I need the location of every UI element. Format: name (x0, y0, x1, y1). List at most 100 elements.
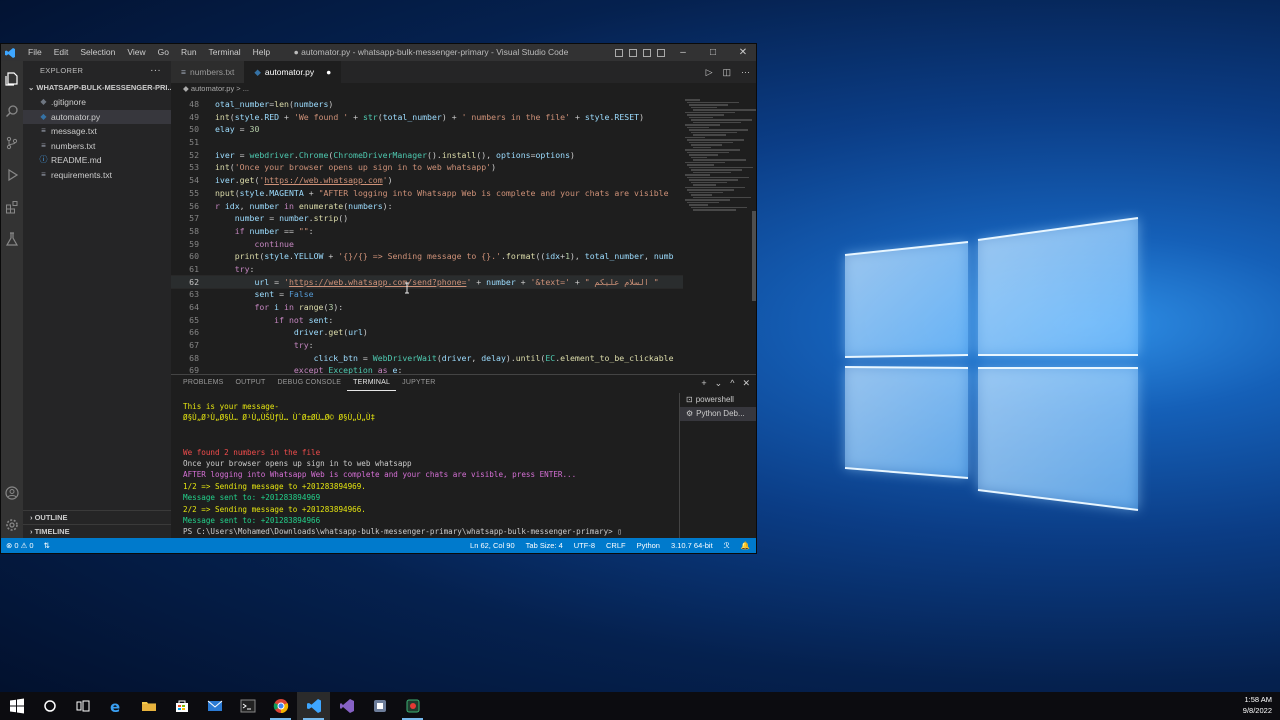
code-line[interactable]: 64 for i in range(3): (171, 301, 683, 314)
testing-icon[interactable] (4, 231, 20, 247)
chrome-icon[interactable] (264, 692, 297, 720)
code-line[interactable]: 65 if not sent: (171, 314, 683, 327)
menu-file[interactable]: File (22, 44, 48, 61)
python-interpreter[interactable]: 3.10.7 64-bit (671, 538, 713, 553)
system-clock[interactable]: 1:58 AM 9/8/2022 (1243, 694, 1272, 716)
maximize-button[interactable]: □ (698, 44, 728, 61)
split-editor-icon[interactable]: ◫ (722, 61, 731, 83)
unsaved-dot-icon[interactable]: ● (326, 61, 331, 83)
code-line[interactable]: 62 url = 'https://web.whatsapp.com/send?… (171, 274, 683, 290)
run-debug-icon[interactable] (4, 167, 20, 183)
code-line[interactable]: 68 click_btn = WebDriverWait(driver, del… (171, 352, 683, 365)
outline-section[interactable]: › OUTLINE (23, 510, 171, 524)
editor-scrollbar[interactable] (752, 211, 756, 301)
code-line[interactable]: 57 number = number.strip() (171, 212, 683, 225)
language-mode[interactable]: Python (637, 538, 660, 553)
encoding[interactable]: UTF-8 (574, 538, 595, 553)
timeline-section[interactable]: › TIMELINE (23, 524, 171, 538)
code-line[interactable]: 59 continue (171, 238, 683, 251)
problems-status[interactable]: ⊗ 0 ⚠ 0 (6, 538, 34, 553)
source-control-icon[interactable] (4, 135, 20, 151)
tab-size[interactable]: Tab Size: 4 (526, 538, 563, 553)
code-line[interactable]: 61 try: (171, 263, 683, 276)
tab-terminal[interactable]: TERMINAL (347, 375, 397, 391)
extensions-icon[interactable] (4, 199, 20, 215)
menu-edit[interactable]: Edit (48, 44, 75, 61)
tab-debug-console[interactable]: DEBUG CONSOLE (271, 375, 347, 391)
screen-recorder-icon[interactable] (396, 692, 429, 720)
explorer-icon[interactable] (4, 71, 20, 87)
code-line[interactable]: 52 iver = webdriver.Chrome(ChromeDriverMa… (171, 149, 683, 162)
terminal-item-python-debug[interactable]: ⚙ Python Deb... (680, 407, 756, 421)
store-icon[interactable] (165, 692, 198, 720)
menu-help[interactable]: Help (247, 44, 276, 61)
code-line[interactable]: 60 print(style.YELLOW + '{}/{} => Sendin… (171, 250, 683, 263)
tab-jupyter[interactable]: JUPYTER (396, 375, 441, 391)
feedback-icon[interactable]: ℛ (724, 538, 730, 553)
file-item[interactable]: ≡ numbers.txt (23, 139, 171, 154)
start-button[interactable] (0, 692, 33, 720)
search-button[interactable] (33, 692, 66, 720)
more-actions-icon[interactable]: ··· (150, 61, 161, 81)
code-line[interactable]: 51 (171, 136, 683, 149)
notifications-bell-icon[interactable]: 🔔 (741, 538, 750, 553)
close-panel-icon[interactable]: ✕ (742, 375, 750, 391)
cursor-position[interactable]: Ln 62, Col 90 (470, 538, 515, 553)
code-line[interactable]: 49 int(style.RED + 'We found ' + str(tota… (171, 111, 683, 124)
menu-go[interactable]: Go (152, 44, 175, 61)
settings-gear-icon[interactable] (4, 517, 20, 533)
breadcrumb[interactable]: ◆ automator.py > ... (171, 83, 756, 95)
code-line[interactable]: 53 int('Once your browser opens up sign i… (171, 161, 683, 174)
menu-run[interactable]: Run (175, 44, 203, 61)
toggle-sidebar-icon[interactable] (615, 48, 623, 57)
file-item[interactable]: ≡ message.txt (23, 124, 171, 139)
file-item[interactable]: ⓘ README.md (23, 153, 171, 168)
customize-layout-icon[interactable] (657, 48, 665, 57)
account-icon[interactable] (4, 485, 20, 501)
code-line[interactable]: 67 try: (171, 339, 683, 352)
code-line[interactable]: 56 r idx, number in enumerate(numbers): (171, 200, 683, 213)
app-icon[interactable] (363, 692, 396, 720)
terminal-dropdown-icon[interactable]: ⌄ (715, 375, 723, 391)
code-line[interactable]: 54 iver.get('https://web.whatsapp.com') (171, 174, 683, 187)
code-line[interactable]: 58 if number == "": (171, 225, 683, 238)
tab-numbers-txt[interactable]: ≡ numbers.txt (171, 61, 245, 83)
visual-studio-icon[interactable] (330, 692, 363, 720)
vscode-taskbar-icon[interactable] (297, 692, 330, 720)
line-endings[interactable]: CRLF (606, 538, 626, 553)
new-terminal-icon[interactable]: + (701, 375, 706, 391)
file-item[interactable]: ≡ requirements.txt (23, 168, 171, 183)
menu-terminal[interactable]: Terminal (203, 44, 247, 61)
minimap[interactable] (683, 98, 756, 375)
file-explorer-icon[interactable] (132, 692, 165, 720)
terminal-app-icon[interactable] (231, 692, 264, 720)
code-line[interactable]: 66 driver.get(url) (171, 326, 683, 339)
close-button[interactable]: ✕ (728, 44, 756, 61)
run-python-file-icon[interactable]: ▷ (706, 61, 713, 83)
maximize-panel-icon[interactable]: ^ (730, 375, 734, 391)
more-actions-icon[interactable]: ··· (741, 61, 750, 83)
code-line[interactable]: 48 otal_number=len(numbers) (171, 98, 683, 111)
toggle-panel-icon[interactable] (629, 48, 637, 57)
code-editor[interactable]: 48 otal_number=len(numbers) 49 int(style.RE… (171, 98, 683, 375)
search-icon[interactable] (4, 103, 20, 119)
menu-selection[interactable]: Selection (74, 44, 121, 61)
code-line[interactable]: 63 sent = False (171, 288, 683, 301)
edge-browser-icon[interactable]: e (99, 692, 132, 720)
file-item[interactable]: ◆ automator.py (23, 109, 171, 124)
minimize-button[interactable]: – (668, 44, 698, 61)
file-item[interactable]: ◆ .gitignore (23, 95, 171, 110)
tab-automator-py[interactable]: ◆ automator.py ● (244, 61, 342, 83)
tab-problems[interactable]: PROBLEMS (177, 375, 230, 391)
mail-icon[interactable] (198, 692, 231, 720)
code-line[interactable]: 55 nput(style.MAGENTA + "AFTER logging in… (171, 187, 683, 200)
menu-view[interactable]: View (121, 44, 151, 61)
task-view-button[interactable] (66, 692, 99, 720)
tab-output[interactable]: OUTPUT (230, 375, 272, 391)
folder-header[interactable]: ⌄ WHATSAPP-BULK-MESSENGER-PRI... (23, 81, 171, 95)
sync-icon[interactable]: ⇅ (44, 538, 50, 553)
toggle-secondary-sidebar-icon[interactable] (643, 48, 651, 57)
code-line[interactable]: 50 elay = 30 (171, 123, 683, 136)
terminal-item-powershell[interactable]: ⊡ powershell (680, 393, 756, 407)
terminal-output[interactable]: This is your message- Ø§Ù„Ø³Ù„Ø§Ù… Ø¹Ù„ÙŠ… (183, 401, 677, 539)
